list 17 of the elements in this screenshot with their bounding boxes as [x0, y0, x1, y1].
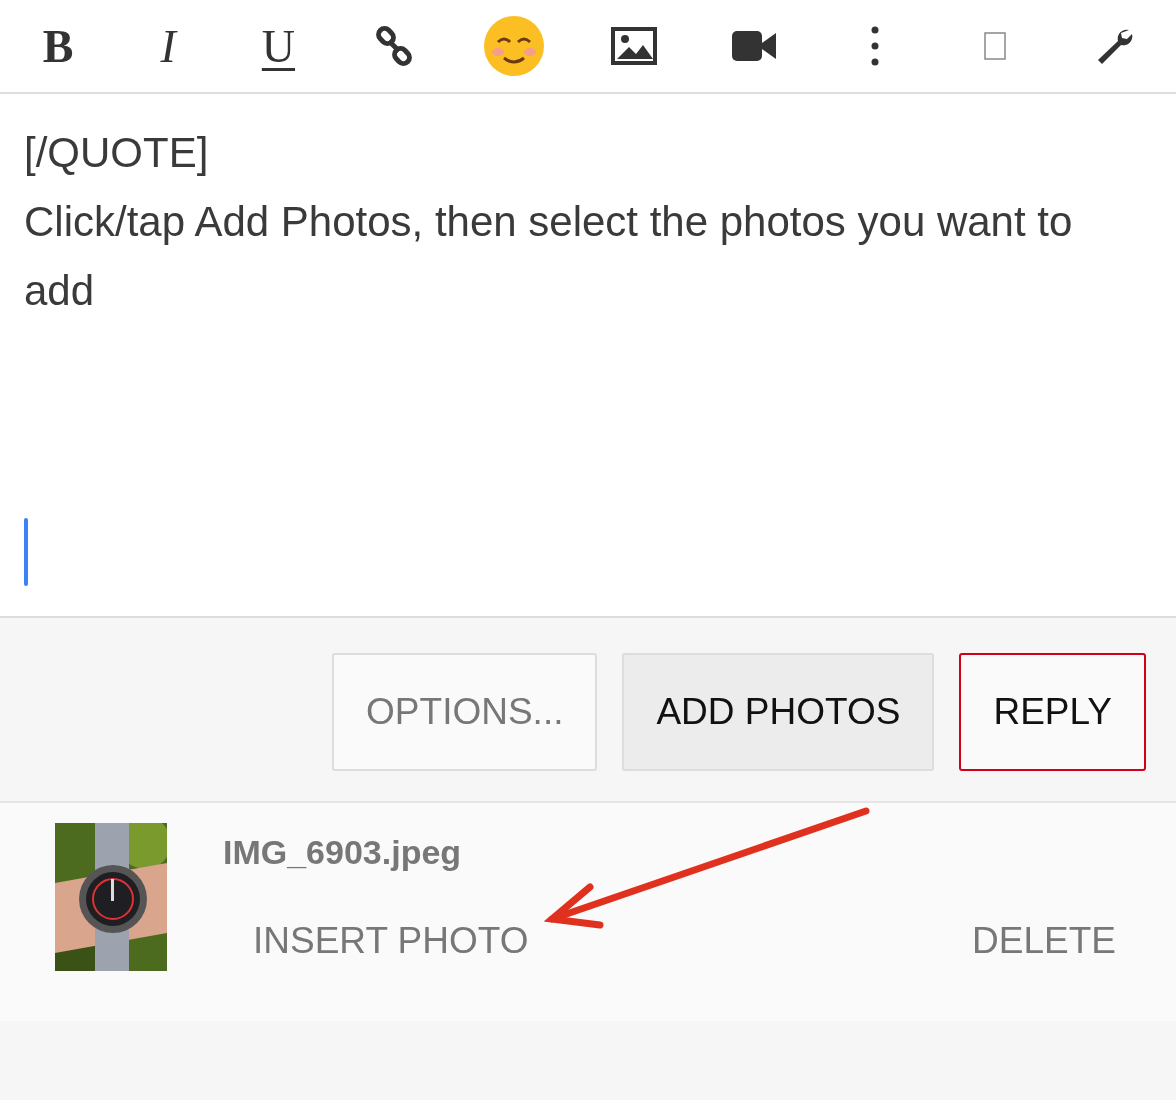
options-button[interactable]: OPTIONS... [332, 653, 598, 771]
video-camera-icon [732, 31, 777, 61]
image-icon [611, 27, 658, 65]
smiley-icon [481, 14, 546, 78]
file-name: IMG_6903.jpeg [223, 833, 463, 872]
insert-photo-button[interactable]: INSERT PHOTO [253, 920, 529, 962]
editor-text: [/QUOTE] [24, 128, 210, 178]
reply-button[interactable]: REPLY [959, 653, 1146, 771]
square-icon [983, 32, 1006, 60]
underline-button[interactable]: U [250, 16, 307, 76]
link-icon [373, 26, 414, 66]
more-icon [870, 26, 879, 66]
delete-button[interactable]: DELETE [972, 920, 1116, 962]
italic-button[interactable]: I [140, 16, 197, 76]
bold-button[interactable]: B [30, 16, 86, 76]
add-photos-button[interactable]: ADD PHOTOS [622, 653, 935, 771]
editor-text: Click/tap Add Photos, then select the photos you want to add [24, 197, 1074, 316]
